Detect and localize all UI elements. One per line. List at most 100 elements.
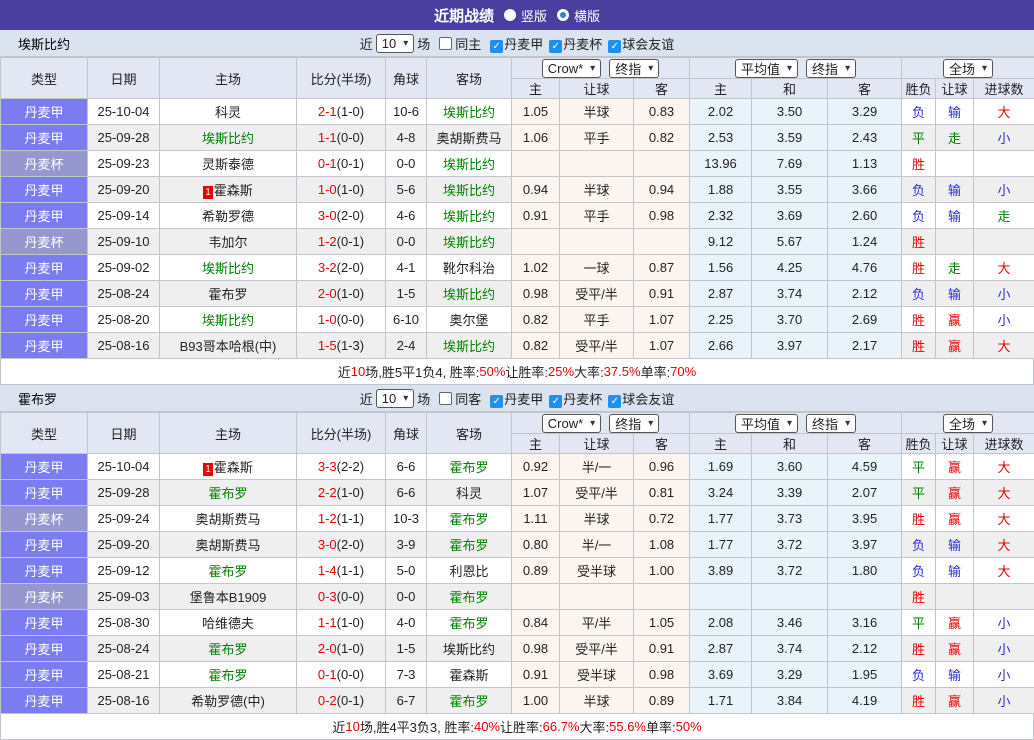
league-type-cell: 丹麦甲 (1, 662, 88, 688)
same-venue-checkbox[interactable] (439, 37, 452, 50)
score-cell: 3-0(2-0) (297, 203, 386, 229)
result-cell: 负 (902, 177, 936, 203)
sub-col-header: 让球 (560, 434, 634, 454)
sub-col-header: 客 (828, 79, 902, 99)
average-odds-cell: 3.70 (752, 307, 828, 333)
match-date-cell: 25-10-04 (88, 454, 160, 480)
sub-col-header: 主 (690, 79, 752, 99)
page-title: 近期战绩 (434, 5, 494, 26)
score-cell: 1-0(0-0) (297, 307, 386, 333)
fulltime-score: 0-3 (318, 589, 337, 604)
sub-col-header: 让球 (560, 79, 634, 99)
chevron-down-icon: ▾ (403, 38, 408, 49)
match-row: 丹麦甲25-09-201霍森斯1-0(1-0)5-6埃斯比约0.94半球0.94… (1, 177, 1034, 203)
match-count-select[interactable]: 10▾ (376, 34, 415, 53)
summary-segment: 37.5% (604, 364, 641, 379)
match-date-cell: 25-08-21 (88, 662, 160, 688)
chevron-down-icon: ▾ (845, 63, 850, 74)
bookmaker-odds-cell: 0.98 (512, 636, 560, 662)
bookmaker-odds-cell: 0.92 (512, 454, 560, 480)
odds-stage-select[interactable]: 终指▾ (609, 414, 659, 433)
layout-vertical-option[interactable]: 竖版 (504, 6, 547, 25)
average-odds-cell: 3.73 (752, 506, 828, 532)
chevron-down-icon: ▾ (590, 63, 595, 74)
same-venue-checkbox[interactable] (439, 392, 452, 405)
corner-cell: 10-3 (386, 506, 427, 532)
bookmaker-odds-cell: 0.98 (634, 662, 690, 688)
avg-stage-select[interactable]: 终指▾ (806, 59, 856, 78)
match-date-cell: 25-09-28 (88, 480, 160, 506)
sub-col-header: 主 (512, 434, 560, 454)
league-type-cell: 丹麦甲 (1, 532, 88, 558)
halftime-score: (0-1) (337, 693, 364, 708)
bookmaker-odds-cell: 受半球 (560, 558, 634, 584)
fulltime-score: 3-0 (318, 537, 337, 552)
fulltime-select[interactable]: 全场▾ (943, 59, 993, 78)
fulltime-score: 1-2 (318, 234, 337, 249)
radio-unselected-icon[interactable] (557, 9, 569, 21)
away-team-cell: 埃斯比约 (427, 636, 512, 662)
home-team-cell: 哈维德夫 (160, 610, 297, 636)
halftime-score: (1-3) (337, 338, 364, 353)
average-odds-group: 平均值▾ 终指▾ (690, 413, 902, 434)
halftime-score: (1-0) (337, 615, 364, 630)
bookmaker-select[interactable]: Crow*▾ (542, 59, 601, 78)
bookmaker-odds-cell: 半/一 (560, 454, 634, 480)
layout-horizontal-option[interactable]: 横版 (557, 6, 600, 25)
corner-cell: 5-6 (386, 177, 427, 203)
average-odds-cell: 3.72 (752, 532, 828, 558)
result-cell: 大 (974, 506, 1034, 532)
bookmaker-select[interactable]: Crow*▾ (542, 414, 601, 433)
bookmaker-odds-cell: 0.80 (512, 532, 560, 558)
same-venue-label: 同主 (455, 34, 481, 53)
col-away: 客场 (427, 58, 512, 99)
sub-col-header: 胜负 (902, 434, 936, 454)
match-row: 丹麦甲25-09-28埃斯比约1-1(0-0)4-8奥胡斯费马1.06平手0.8… (1, 125, 1034, 151)
bookmaker-odds-cell: 0.82 (512, 307, 560, 333)
result-cell: 走 (974, 203, 1034, 229)
average-odds-cell: 3.60 (752, 454, 828, 480)
league-filter-checkbox[interactable]: ✓ (608, 395, 621, 408)
match-count-select[interactable]: 10▾ (376, 389, 415, 408)
bookmaker-odds-cell: 0.82 (512, 333, 560, 359)
fulltime-select[interactable]: 全场▾ (943, 414, 993, 433)
league-filter-checkbox[interactable]: ✓ (490, 395, 503, 408)
summary-segment: 50% (676, 719, 702, 734)
summary-segment: 50% (479, 364, 505, 379)
average-odds-cell: 2.60 (828, 203, 902, 229)
home-team-cell: 埃斯比约 (160, 125, 297, 151)
bookmaker-odds-cell: 0.98 (634, 203, 690, 229)
average-odds-cell: 1.13 (828, 151, 902, 177)
league-filter-checkbox[interactable]: ✓ (608, 40, 621, 53)
average-odds-cell: 3.84 (752, 688, 828, 714)
league-type-cell: 丹麦甲 (1, 125, 88, 151)
summary-segment: 近 (332, 717, 345, 736)
league-filter-checkbox[interactable]: ✓ (549, 395, 562, 408)
match-date-cell: 25-09-12 (88, 558, 160, 584)
score-cell: 3-2(2-0) (297, 255, 386, 281)
league-filter-checkbox[interactable]: ✓ (490, 40, 503, 53)
result-cell: 胜 (902, 333, 936, 359)
league-filter-checkbox[interactable]: ✓ (549, 40, 562, 53)
league-filter-label: 丹麦甲 (504, 392, 543, 407)
average-select[interactable]: 平均值▾ (735, 59, 798, 78)
bookmaker-odds-cell (512, 151, 560, 177)
bookmaker-odds-cell: 平手 (560, 125, 634, 151)
summary-segment: 近 (338, 362, 351, 381)
average-odds-cell: 1.24 (828, 229, 902, 255)
fulltime-score: 1-1 (318, 130, 337, 145)
away-team-cell: 埃斯比约 (427, 203, 512, 229)
summary-segment: 66.7% (543, 719, 580, 734)
radio-selected-icon[interactable] (504, 9, 516, 21)
avg-stage-select[interactable]: 终指▾ (806, 414, 856, 433)
average-odds-cell: 3.89 (690, 558, 752, 584)
home-team-cell: 霍布罗 (160, 281, 297, 307)
away-team-cell: 利恩比 (427, 558, 512, 584)
away-team-cell: 埃斯比约 (427, 229, 512, 255)
result-cell: 赢 (936, 610, 974, 636)
bookmaker-odds-cell: 1.00 (512, 688, 560, 714)
odds-stage-select[interactable]: 终指▾ (609, 59, 659, 78)
league-filter-label: 丹麦杯 (563, 37, 602, 52)
average-select[interactable]: 平均值▾ (735, 414, 798, 433)
result-cell: 胜 (902, 307, 936, 333)
